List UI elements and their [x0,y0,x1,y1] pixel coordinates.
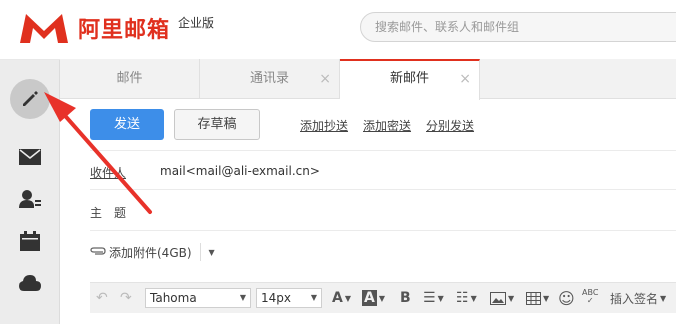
table-icon[interactable]: ▼ [526,289,549,307]
m-logo-icon [20,14,68,43]
add-attachment-link[interactable]: 添加附件(4GB) [109,244,192,261]
recipient-field[interactable]: mail<mail@ali-exmail.cn> [160,164,320,178]
search-input[interactable] [361,13,676,41]
font-family-value: Tahoma [150,291,197,305]
close-icon[interactable]: × [319,59,331,99]
paperclip-icon [90,247,106,255]
send-button[interactable]: 发送 [90,109,164,140]
font-color-icon[interactable]: A ▼ [332,289,351,307]
sidebar-item-cloud[interactable] [18,271,42,295]
bullet-list-icon[interactable]: ☰ ▼ [423,289,444,307]
undo-icon[interactable]: ↶ [96,289,108,307]
tab-label: 新邮件 [389,71,429,86]
search-box[interactable] [360,12,676,42]
subject-label: 主 题 [90,206,127,220]
font-family-select[interactable]: Tahoma ▼ [145,288,251,308]
chevron-down-icon: ▼ [239,293,246,302]
cloud-icon [19,275,41,291]
attachment-dropdown-icon[interactable]: ▼ [209,248,215,257]
editor-toolbar: ↶ ↷ Tahoma ▼ 14px ▼ A ▼ A ▼ B ☰ ▼ ☷ ▼ ▼ ▼ ☺ … [90,282,676,313]
chevron-down-icon: ▼ [310,293,317,302]
calendar-icon [20,231,40,251]
pencil-icon [23,91,38,106]
divider [199,243,201,261]
redo-icon[interactable]: ↷ [120,289,132,307]
close-icon[interactable]: × [459,61,471,97]
header: 阿里邮箱 企业版 [0,0,676,60]
compose-toolbar: 发送 存草稿 添加抄送 添加密送 分别发送 [60,100,676,150]
font-size-value: 14px [261,291,291,305]
signature-label: 插入签名 [610,291,659,306]
separate-send-link[interactable]: 分别发送 [426,117,474,134]
tab-contacts[interactable]: 通讯录 × [200,59,340,99]
envelope-icon [19,149,41,165]
sidebar-item-mail[interactable] [18,145,42,169]
tab-bar: 邮件 通讯录 × 新邮件 × [60,59,676,100]
tab-new-mail[interactable]: 新邮件 × [340,59,480,100]
numbered-list-icon[interactable]: ☷ ▼ [456,289,477,307]
subject-row: 主 题 [90,191,676,231]
tab-mail[interactable]: 邮件 [60,59,200,99]
tab-label: 邮件 [116,71,143,86]
recipient-row: 收件人 mail<mail@ali-exmail.cn> [90,150,676,190]
emoji-icon[interactable]: ☺ [558,289,575,308]
sidebar-item-calendar[interactable] [18,229,42,253]
brand-title: 阿里邮箱 [78,18,171,43]
highlight-color-icon[interactable]: A ▼ [362,289,385,307]
spellcheck-icon[interactable]: ABC ✓ [582,289,598,307]
sidebar [0,60,60,324]
brand-subtitle: 企业版 [178,15,215,30]
add-cc-link[interactable]: 添加抄送 [300,117,348,134]
font-size-select[interactable]: 14px ▼ [256,288,322,308]
sidebar-item-contacts[interactable] [18,187,42,211]
image-icon[interactable]: ▼ [490,289,514,307]
attachment-row: 添加附件(4GB) ▼ [90,240,215,264]
recipient-label[interactable]: 收件人 [90,164,126,181]
logo[interactable]: 阿里邮箱 企业版 [18,10,214,46]
insert-signature-button[interactable]: 插入签名 ▼ [610,289,666,307]
contact-icon [19,190,41,208]
tab-label: 通讯录 [249,71,289,86]
compose-button[interactable] [10,79,50,119]
add-bcc-link[interactable]: 添加密送 [363,117,411,134]
bold-icon[interactable]: B [400,289,411,307]
save-draft-button[interactable]: 存草稿 [174,109,260,140]
